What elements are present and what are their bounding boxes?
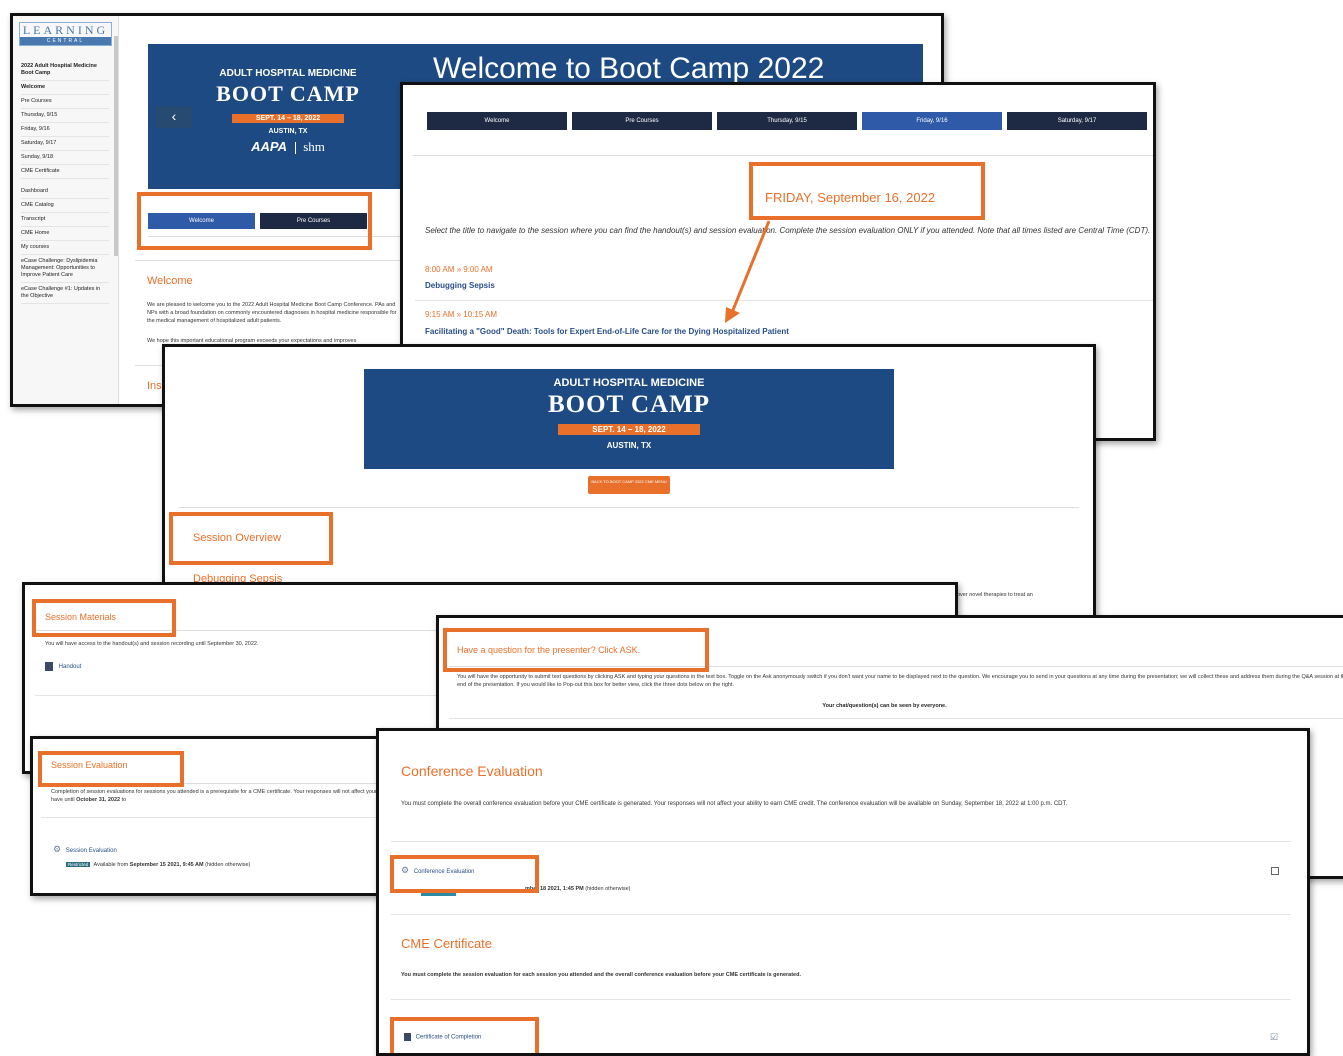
conference-text: You must complete the overall conference… (401, 801, 1068, 807)
cme-divider (391, 999, 1291, 1000)
shm-logo: shm (303, 139, 325, 154)
logo-line-2: CENTRAL (20, 37, 111, 45)
availability-text-a: Available from (93, 862, 130, 868)
banner-partner-logos: AAPA shm (188, 139, 388, 155)
availability-date: September 15 2021, 9:45 AM (129, 862, 204, 868)
conference-availability-b: (hidden otherwise) (583, 886, 631, 892)
aapa-logo: AAPA (251, 139, 287, 154)
handout-link[interactable]: Handout (45, 662, 81, 671)
question-text: You will have the opportunity to submit … (457, 674, 1343, 688)
session-2-title[interactable]: Facilitating a "Good" Death: Tools for E… (425, 327, 789, 336)
session-page-divider (179, 507, 1079, 508)
sidebar-item-welcome[interactable]: Welcome (21, 81, 109, 95)
banner-city: AUSTIN, TX (268, 128, 308, 135)
feedback-icon: ⚙ (53, 844, 62, 854)
sidebar-item-friday[interactable]: Friday, 9/16 (21, 123, 109, 137)
document-icon (45, 662, 53, 671)
sidebar-item-sunday[interactable]: Sunday, 9/18 (21, 151, 109, 165)
learning-central-logo[interactable]: LEARNING CENTRAL (19, 22, 112, 46)
sidebar-list: 2022 Adult Hospital Medicine Boot Camp W… (21, 60, 109, 304)
sidebar-scrollbar[interactable] (114, 36, 118, 256)
sidebar-item-ecase-dyslipidemia[interactable]: eCase Challenge: Dyslipidemia Management… (21, 255, 109, 283)
availability-text-b: (hidden otherwise) (203, 862, 251, 868)
sidebar-item-ecase-1[interactable]: eCase Challenge #1: Updates in the Objec… (21, 283, 109, 304)
highlight-session-evaluation (38, 751, 184, 787)
highlight-question (443, 628, 709, 672)
highlight-session-overview (169, 512, 333, 565)
banner-dates: SEPT. 14 – 18, 2022 (231, 114, 345, 123)
sidebar-item-dashboard[interactable]: Dashboard (21, 185, 109, 199)
evaluation-divider-2 (41, 817, 431, 818)
sidebar-item-pre-courses[interactable]: Pre Courses (21, 95, 109, 109)
highlight-session-materials (32, 599, 176, 637)
session-evaluation-link[interactable]: ⚙ Session Evaluation (53, 844, 117, 855)
schedule-tab-pre-courses[interactable]: Pre Courses (572, 112, 712, 130)
sidebar-item-course[interactable]: 2022 Adult Hospital Medicine Boot Camp (21, 60, 109, 81)
sidebar-item-transcript[interactable]: Transcript (21, 213, 109, 227)
sidebar-item-cme-home[interactable]: CME Home (21, 227, 109, 241)
evaluation-deadline: October 31, 2022 (76, 797, 121, 803)
banner-top-line: ADULT HOSPITAL MEDICINE (219, 68, 357, 79)
highlight-tabs (137, 192, 372, 250)
banner-welcome-heading: Welcome to Boot Camp 2022 (433, 52, 825, 85)
highlight-conference-evaluation (390, 855, 539, 893)
conference-heading: Conference Evaluation (401, 763, 543, 779)
cme-text: You must complete the session evaluation… (401, 972, 801, 978)
session-cut-text: over novel therapies to treat an (957, 592, 1033, 598)
session-banner-top: ADULT HOSPITAL MEDICINE (553, 377, 705, 389)
welcome-paragraph: We are pleased to welcome you to the 202… (147, 302, 397, 324)
pointer-arrow (725, 220, 771, 323)
materials-text: You will have access to the handout(s) a… (45, 641, 259, 647)
conference-restricted-bar (421, 893, 456, 896)
conference-window: Conference Evaluation You must complete … (376, 728, 1310, 1056)
schedule-tab-welcome[interactable]: Welcome (427, 112, 567, 130)
conference-divider-2 (391, 914, 1291, 915)
evaluation-availability: Restricted Available from September 15 2… (66, 862, 250, 868)
highlight-certificate (390, 1017, 539, 1053)
cme-heading: CME Certificate (401, 936, 493, 951)
banner-prev-arrow[interactable]: ‹ (156, 106, 192, 128)
conference-availability: mber 18 2021, 1:45 PM (hidden otherwise) (525, 886, 630, 892)
sidebar-item-my-courses[interactable]: My courses (21, 241, 109, 255)
checkbox-icon[interactable] (1271, 867, 1279, 875)
session-banner: ADULT HOSPITAL MEDICINE BOOT CAMP SEPT. … (364, 369, 894, 469)
conference-divider (391, 841, 1291, 842)
banner-logo-block: ADULT HOSPITAL MEDICINE BOOT CAMP SEPT. … (188, 68, 388, 155)
question-visibility: Your chat/question(s) can be seen by eve… (822, 703, 947, 709)
lms-sidebar: LEARNING CENTRAL 2022 Adult Hospital Med… (13, 16, 119, 404)
handout-label: Handout (58, 664, 82, 671)
checked-box-icon[interactable]: ☑ (1270, 1032, 1278, 1043)
session-banner-city: AUSTIN, TX (606, 441, 652, 450)
schedule-divider (413, 155, 1153, 156)
session-1-title[interactable]: Debugging Sepsis (425, 281, 495, 290)
sidebar-item-thursday[interactable]: Thursday, 9/15 (21, 109, 109, 123)
back-to-menu-button[interactable]: BACK TO BOOT CAMP 2022 CME MENU (588, 476, 670, 494)
session-evaluation-label: Session Evaluation (65, 848, 117, 854)
logo-divider (294, 141, 296, 154)
schedule-tab-saturday[interactable]: Saturday, 9/17 (1007, 112, 1147, 130)
schedule-intro: Select the title to navigate to the sess… (425, 226, 1151, 235)
cut-heading: Ins (147, 380, 162, 392)
schedule-tab-friday[interactable]: Friday, 9/16 (862, 112, 1002, 130)
banner-title: BOOT CAMP (216, 81, 360, 106)
evaluation-text-b: to (120, 797, 127, 803)
highlight-day-heading (749, 162, 985, 220)
sidebar-item-cme-catalog[interactable]: CME Catalog (21, 199, 109, 213)
logo-line-1: LEARNING (22, 23, 109, 37)
welcome-title: Welcome (147, 275, 193, 287)
session-2-time: 9:15 AM » 10:15 AM (425, 310, 498, 319)
session-divider (415, 300, 1153, 301)
schedule-tab-thursday[interactable]: Thursday, 9/15 (717, 112, 857, 130)
session-banner-title: BOOT CAMP (547, 391, 710, 418)
sidebar-item-saturday[interactable]: Saturday, 9/17 (21, 137, 109, 151)
restricted-badge: Restricted (66, 862, 91, 867)
sidebar-item-cme-certificate[interactable]: CME Certificate (21, 165, 109, 179)
session-banner-dates: SEPT. 14 – 18, 2022 (558, 424, 700, 435)
session-1-time: 8:00 AM » 9:00 AM (425, 265, 493, 274)
